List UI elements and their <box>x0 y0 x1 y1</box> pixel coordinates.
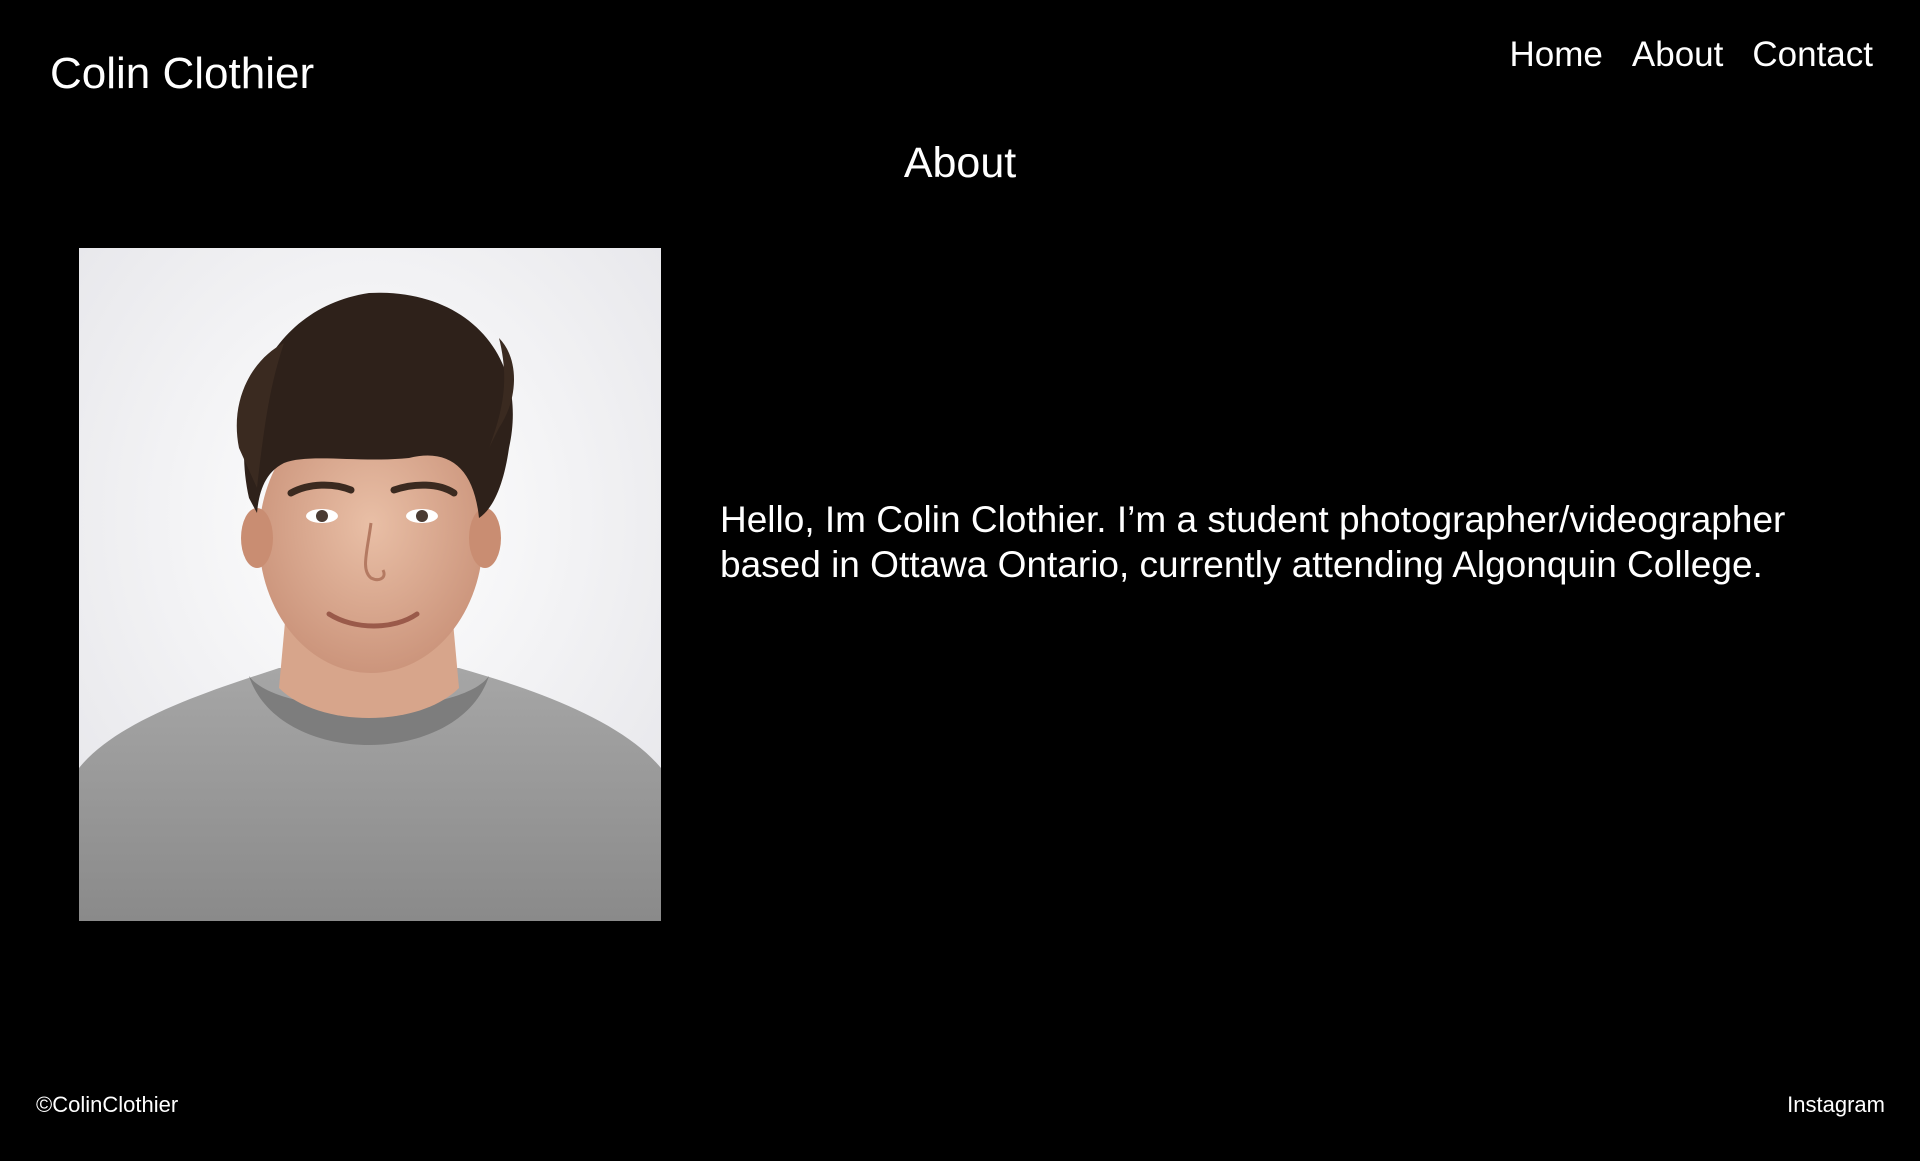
instagram-link[interactable]: Instagram <box>1787 1094 1885 1116</box>
footer-copyright: ©ColinClothier <box>36 1092 179 1117</box>
nav-contact-link[interactable]: Contact <box>1752 37 1873 72</box>
bio-text: Hello, Im Colin Clothier. I’m a student … <box>720 499 1786 585</box>
page: Colin Clothier Home About Contact About <box>0 0 1920 1161</box>
portrait-illustration <box>79 248 661 921</box>
nav-about-link[interactable]: About <box>1632 37 1723 72</box>
site-title[interactable]: Colin Clothier <box>50 52 314 96</box>
nav-home-link[interactable]: Home <box>1510 37 1603 72</box>
main-nav: Home About Contact <box>1510 37 1873 72</box>
page-title: About <box>903 139 1017 187</box>
portrait-photo <box>79 248 661 921</box>
